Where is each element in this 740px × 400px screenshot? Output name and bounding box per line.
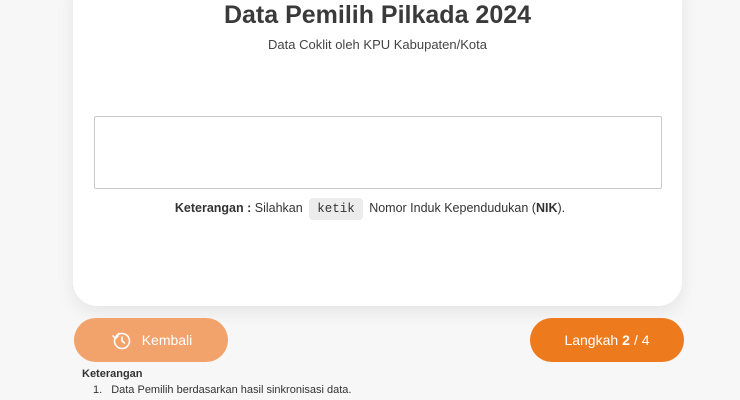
hint-nik: NIK	[535, 201, 558, 215]
back-button[interactable]: Kembali	[74, 318, 228, 362]
hint-label: Keterangan :	[174, 201, 252, 215]
page-title: Data Pemilih Pilkada 2024	[223, 1, 532, 29]
page-subtitle: Data Coklit oleh KPU Kabupaten/Kota	[268, 37, 487, 52]
input-hint: Keterangan : Silahkan ketik Nomor Induk …	[0, 197, 740, 220]
hint-text-middle: Nomor Induk Kependudukan (	[369, 201, 536, 215]
step-prefix: Langkah	[564, 332, 619, 348]
back-button-label: Kembali	[141, 332, 193, 348]
hint-text-after: ).	[557, 201, 566, 215]
hint-text-before: Silahkan	[254, 201, 303, 215]
back-history-icon	[110, 329, 132, 351]
step-button[interactable]: Langkah 2 / 4	[530, 318, 684, 362]
notes-heading: Keterangan	[82, 368, 143, 380]
list-item: 1. Data Pemilih berdasarkan hasil sinkron…	[93, 384, 351, 396]
step-total: / 4	[633, 332, 650, 348]
step-current: 2	[622, 332, 630, 348]
list-item-number: 1.	[93, 384, 103, 396]
list-item-text: Data Pemilih berdasarkan hasil sinkronis…	[111, 384, 352, 396]
nik-input[interactable]	[94, 116, 662, 189]
hint-key: ketik	[309, 198, 363, 220]
notes-list: 1. Data Pemilih berdasarkan hasil sinkron…	[93, 384, 351, 396]
